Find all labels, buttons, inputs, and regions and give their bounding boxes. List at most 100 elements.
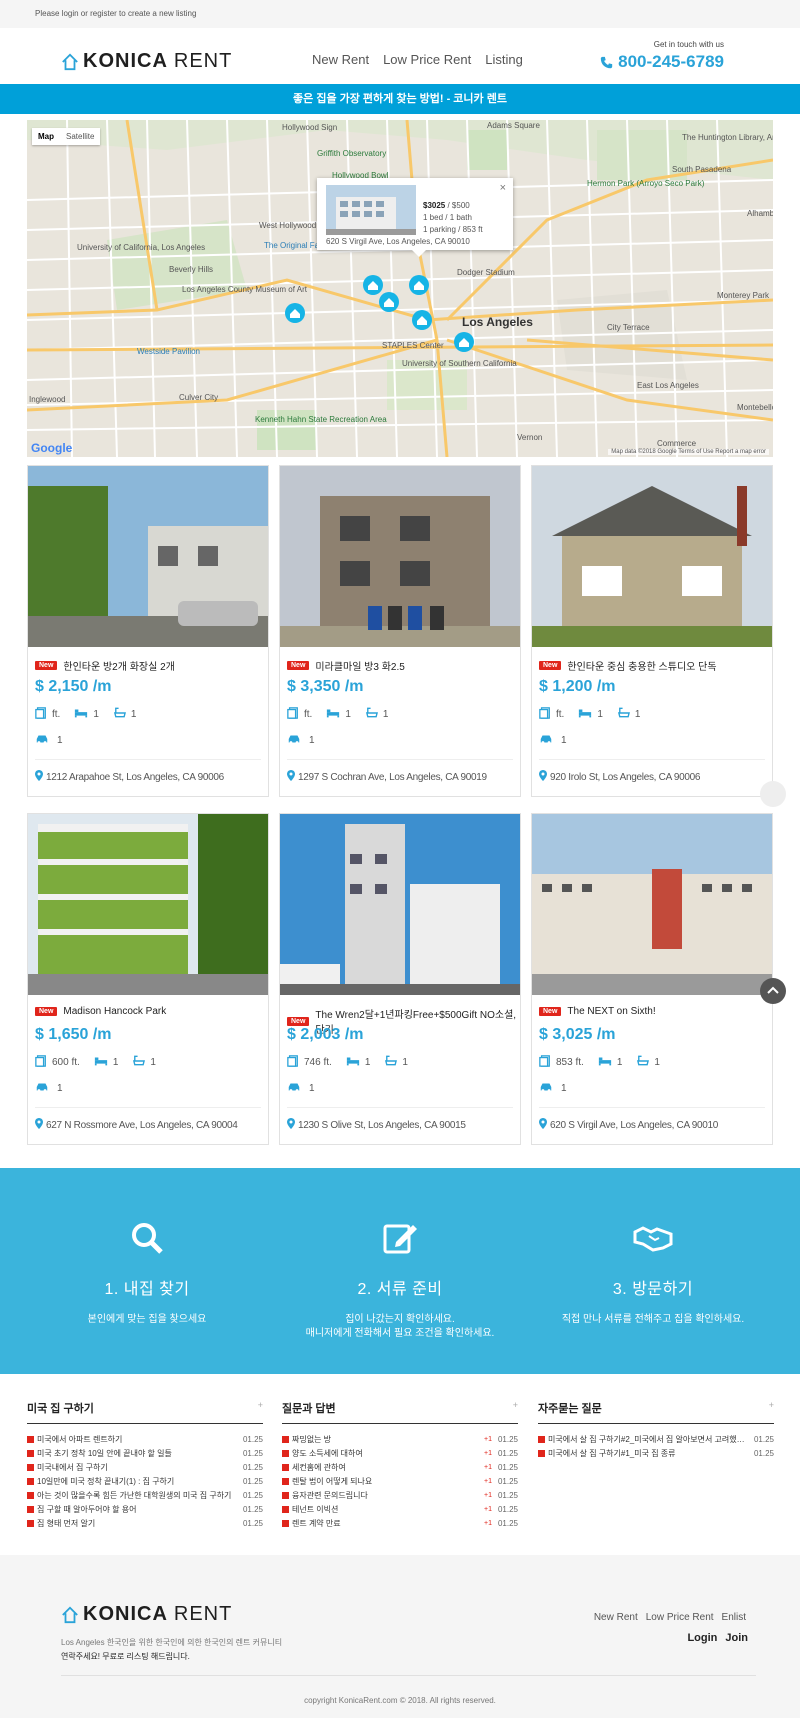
map-tab-satellite[interactable]: Satellite [60,128,100,145]
listing-title-row: New Madison Hancock Park [35,1006,166,1017]
listing-title[interactable]: 한인타운 방2개 화장실 2개 [63,658,174,673]
listing-card[interactable]: New 미라클마일 방3 화2.5 $ 3,350 /m ft. 1 1 1 1297 S C… [279,465,521,797]
listing-card[interactable]: New 한인타운 중심 충용한 스튜디오 단독 $ 1,200 /m ft. 1 1 1 92… [531,465,773,797]
board-item[interactable]: 렌트 계약 만료 +1 01.25 [282,1516,518,1530]
footer-link-enlist[interactable]: Enlist [722,1612,746,1623]
svg-text:Beverly Hills: Beverly Hills [169,265,213,274]
new-badge: New [539,661,562,670]
post-title[interactable]: 미국 초기 정착 10일 안에 끝내야 할 일들 [37,1448,240,1459]
board-title[interactable]: 자주묻는 질문 [538,1403,602,1415]
listing-photo[interactable] [280,814,520,995]
post-title[interactable]: 융자관련 문의드립니다 [292,1490,484,1501]
board-item[interactable]: 10일만에 미국 정착 끝내기(1) : 집 구하기 01.25 [27,1474,263,1488]
post-title[interactable]: 10일만에 미국 정착 끝내기(1) : 집 구하기 [37,1476,240,1487]
listing-title[interactable]: Madison Hancock Park [63,1006,166,1017]
board-item[interactable]: 아는 것이 많을수록 힘든 가난한 대학원생의 미국 집 구하기 01.25 [27,1488,263,1502]
board-title[interactable]: 미국 집 구하기 [27,1403,94,1415]
scroll-top-button-light[interactable] [760,781,786,807]
footer-logo[interactable]: KONICA RENT [61,1603,232,1626]
listing-card[interactable]: New The Wren2달+1년파킹Free+$500Gift NO소셜,단기 $… [279,813,521,1145]
footer-link-new-rent[interactable]: New Rent [594,1612,638,1623]
board-item[interactable]: 렌탈 법이 어떻게 되나요 +1 01.25 [282,1474,518,1488]
post-icon [282,1477,289,1485]
listing-photo[interactable] [532,814,772,995]
scroll-top-button[interactable] [760,978,786,1004]
board-item[interactable]: 집 형태 먼저 알기 01.25 [27,1516,263,1530]
listing-photo[interactable] [28,814,268,995]
board-item[interactable]: 미국에서 살 집 구하기#1_미국 집 종류 01.25 [538,1446,774,1460]
board-item[interactable]: 미국에서 아파트 렌트하기 01.25 [27,1432,263,1446]
board-item[interactable]: 융자관련 문의드립니다 +1 01.25 [282,1488,518,1502]
board-item[interactable]: 미국 초기 정착 10일 안에 끝내야 할 일들 01.25 [27,1446,263,1460]
post-title[interactable]: 렌탈 법이 어떻게 되나요 [292,1476,484,1487]
contact-phone[interactable]: 800-245-6789 [600,52,724,72]
nav-new-rent[interactable]: New Rent [312,52,369,67]
listing-parking-count: 1 [561,735,567,746]
post-title[interactable]: 세컨홈에 관하여 [292,1462,484,1473]
listing-price: $ 3,025 /m [539,1026,616,1043]
map-infobox[interactable]: $3025 / $500 1 bed / 1 bath 1 parking / … [317,178,513,257]
board-title[interactable]: 질문과 답변 [282,1403,336,1415]
comment-count: +1 [483,1435,492,1443]
listing-specs: 600 ft. 1 1 [35,1055,170,1070]
svg-text:Los Angeles: Los Angeles [462,315,533,329]
nav-listing[interactable]: Listing [485,52,523,67]
footer: KONICA RENT Los Angeles 한국인을 위한 한국인에 의한 … [0,1555,800,1718]
post-title[interactable]: 미국에서 살 집 구하기#2_미국에서 집 알아보면서 고려했던 6가지 [548,1434,751,1445]
board-item[interactable]: 양도 소득세에 대하여 +1 01.25 [282,1446,518,1460]
listing-card[interactable]: New The NEXT on Sixth! $ 3,025 /m 853 ft. 1 1… [531,813,773,1145]
post-title[interactable]: 테넌트 이빅션 [292,1504,484,1515]
board-item[interactable]: 집 구할 때 알아두어야 할 용어 01.25 [27,1502,263,1516]
listing-photo[interactable] [28,466,268,647]
post-title[interactable]: 집 형태 먼저 알기 [37,1518,240,1529]
login-prompt[interactable]: Please login or register to create a new… [35,9,196,18]
listing-parking-count: 1 [57,1083,63,1094]
post-date: 01.25 [497,1434,518,1444]
post-title[interactable]: 미국에서 살 집 구하기#1_미국 집 종류 [548,1448,751,1459]
logo[interactable]: KONICA RENT [61,50,232,73]
post-title[interactable]: 아는 것이 많을수록 힘든 가난한 대학원생의 미국 집 구하기 [37,1490,240,1501]
board-item[interactable]: 미국에서 살 집 구하기#2_미국에서 집 알아보면서 고려했던 6가지 01.2… [538,1432,774,1446]
map-attribution[interactable]: Map data ©2018 Google Terms of Use Repor… [608,449,769,455]
listing-parking-count: 1 [561,1083,567,1094]
area-icon [35,1055,47,1070]
map-canvas[interactable]: Hollywood Sign Griffith Observatory Holl… [27,120,773,457]
post-date: 01.25 [242,1434,263,1444]
footer-link-low-price[interactable]: Low Price Rent [646,1612,714,1623]
board-item[interactable]: 짜밍없는 방 +1 01.25 [282,1432,518,1446]
board-item[interactable]: 테넌트 이빅션 +1 01.25 [282,1502,518,1516]
board-item[interactable]: 세컨홈에 관하여 +1 01.25 [282,1460,518,1474]
svg-text:Adams Square: Adams Square [487,121,540,130]
more-icon[interactable]: + [258,1400,263,1410]
map[interactable]: Hollywood Sign Griffith Observatory Holl… [27,120,773,457]
listing-card[interactable]: New 한인타운 방2개 화장실 2개 $ 2,150 /m ft. 1 1 1 1212 A… [27,465,269,797]
listing-price: $ 2,003 /m [287,1026,364,1043]
bed-icon [598,1055,612,1070]
nav-low-price-rent[interactable]: Low Price Rent [383,52,471,67]
close-icon[interactable]: × [500,182,506,194]
listing-card[interactable]: New Madison Hancock Park $ 1,650 /m 600 ft.… [27,813,269,1145]
map-tab-map[interactable]: Map [32,128,60,145]
listing-title[interactable]: The NEXT on Sixth! [567,1006,655,1017]
svg-text:City Terrace: City Terrace [607,323,650,332]
map-type-tabs: Map Satellite [32,128,101,145]
post-title[interactable]: 짜밍없는 방 [292,1434,484,1445]
listing-photo[interactable] [280,466,520,647]
join-link[interactable]: Join [725,1632,748,1644]
more-icon[interactable]: + [513,1400,518,1410]
listing-photo[interactable] [532,466,772,647]
more-icon[interactable]: + [769,1400,774,1410]
step-3-title: 3. 방문하기 [612,1281,694,1298]
main-nav: New Rent Low Price Rent Listing [312,52,523,67]
post-title[interactable]: 렌트 계약 만료 [292,1518,484,1529]
how-it-works: 1. 내집 찾기 본인에게 맞는 집을 찾으세요 2. 서류 준비 집이 나갔는… [0,1168,800,1374]
post-title[interactable]: 미국내에서 집 구하기 [37,1462,240,1473]
login-link[interactable]: Login [687,1632,717,1644]
listing-title[interactable]: 미라클마일 방3 화2.5 [315,658,404,673]
post-date: 01.25 [497,1490,518,1500]
board-item[interactable]: 미국내에서 집 구하기 01.25 [27,1460,263,1474]
post-title[interactable]: 미국에서 아파트 렌트하기 [37,1434,240,1445]
listing-title[interactable]: 한인타운 중심 충용한 스튜디오 단독 [567,658,716,673]
post-title[interactable]: 양도 소득세에 대하여 [292,1448,484,1459]
post-title[interactable]: 집 구할 때 알아두어야 할 용어 [37,1504,240,1515]
